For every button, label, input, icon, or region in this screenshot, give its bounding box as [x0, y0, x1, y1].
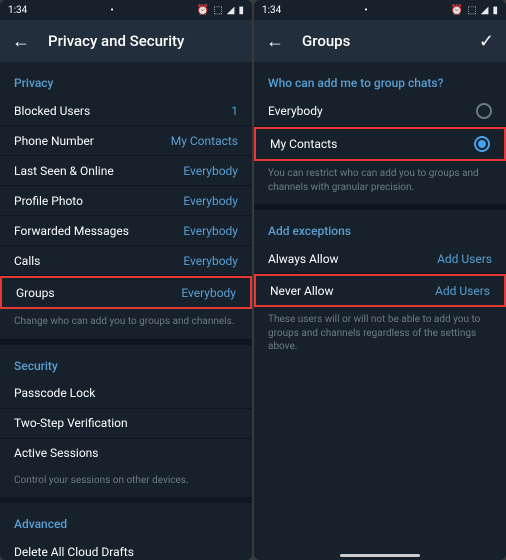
back-icon[interactable]: ←: [266, 31, 284, 52]
option-everybody[interactable]: Everybody: [254, 96, 506, 126]
option-note: You can restrict who can add you to grou…: [254, 161, 506, 204]
page-title: Groups: [302, 32, 350, 50]
back-icon[interactable]: ←: [12, 31, 30, 52]
row-profile-photo[interactable]: Profile Photo Everybody: [0, 186, 252, 215]
option-label: My Contacts: [270, 137, 337, 151]
row-blocked-users[interactable]: Blocked Users 1: [0, 96, 252, 125]
row-action: Add Users: [437, 252, 492, 266]
row-label: Active Sessions: [14, 446, 99, 460]
status-bar: 1:34 • ⏰ ⬚ ◢ ▮: [254, 0, 506, 20]
page-title: Privacy and Security: [48, 32, 184, 50]
row-label: Phone Number: [14, 134, 94, 148]
row-label: Calls: [14, 254, 40, 268]
vibrate-icon: ⬚: [213, 5, 222, 16]
row-passcode-lock[interactable]: Passcode Lock: [0, 379, 252, 408]
row-phone-number[interactable]: Phone Number My Contacts: [0, 126, 252, 155]
section-advanced-label: Advanced: [0, 503, 252, 537]
section-privacy-label: Privacy: [0, 62, 252, 96]
signal-icon: ◢: [481, 5, 489, 16]
screen-privacy-security: 1:34 • ⏰ ⬚ ◢ ▮ ← Privacy and Security Pr…: [0, 0, 252, 560]
header: ← Privacy and Security: [0, 20, 252, 62]
row-two-step[interactable]: Two-Step Verification: [0, 409, 252, 438]
row-forwarded-messages[interactable]: Forwarded Messages Everybody: [0, 216, 252, 245]
security-note: Control your sessions on other devices.: [0, 468, 252, 498]
row-never-allow[interactable]: Never Allow Add Users: [256, 276, 504, 305]
confirm-icon[interactable]: ✓: [479, 31, 494, 52]
status-time: 1:34: [8, 5, 27, 16]
row-label: Forwarded Messages: [14, 224, 129, 238]
section-security-label: Security: [0, 345, 252, 379]
row-value: Everybody: [183, 164, 238, 178]
row-calls[interactable]: Calls Everybody: [0, 246, 252, 275]
status-dot: •: [110, 5, 113, 16]
row-label: Passcode Lock: [14, 386, 95, 400]
screen-groups: 1:34 • ⏰ ⬚ ◢ ▮ ← Groups ✓ Who can add me…: [254, 0, 506, 560]
option-my-contacts[interactable]: My Contacts: [256, 129, 504, 159]
highlight-my-contacts: My Contacts: [254, 127, 506, 161]
row-always-allow[interactable]: Always Allow Add Users: [254, 244, 506, 273]
status-time: 1:34: [262, 5, 281, 16]
row-value: Everybody: [183, 224, 238, 238]
row-label: Blocked Users: [14, 104, 90, 118]
radio-icon: [476, 103, 492, 119]
row-value: 1: [231, 104, 238, 118]
row-label: Delete All Cloud Drafts: [14, 545, 134, 559]
nav-bar: [254, 554, 506, 557]
row-label: Always Allow: [268, 252, 339, 266]
row-delete-drafts[interactable]: Delete All Cloud Drafts: [0, 537, 252, 560]
row-action: Add Users: [435, 284, 490, 298]
highlight-groups: Groups Everybody: [0, 276, 252, 309]
exceptions-note: These users will or will not be able to …: [254, 307, 506, 364]
nav-pill[interactable]: [340, 554, 420, 557]
row-groups[interactable]: Groups Everybody: [2, 278, 250, 307]
vibrate-icon: ⬚: [467, 5, 476, 16]
row-value: Everybody: [183, 254, 238, 268]
row-value: Everybody: [183, 194, 238, 208]
row-last-seen[interactable]: Last Seen & Online Everybody: [0, 156, 252, 185]
highlight-never-allow: Never Allow Add Users: [254, 274, 506, 307]
status-icons: ⏰ ⬚ ◢ ▮: [451, 5, 498, 16]
battery-icon: ▮: [238, 5, 244, 16]
row-value: My Contacts: [171, 134, 238, 148]
radio-icon: [474, 136, 490, 152]
status-bar: 1:34 • ⏰ ⬚ ◢ ▮: [0, 0, 252, 20]
exceptions-label: Add exceptions: [254, 210, 506, 244]
row-active-sessions[interactable]: Active Sessions: [0, 439, 252, 468]
status-dot: •: [364, 5, 367, 16]
privacy-note: Change who can add you to groups and cha…: [0, 309, 252, 339]
row-label: Last Seen & Online: [14, 164, 114, 178]
status-icons: ⏰ ⬚ ◢ ▮: [197, 5, 244, 16]
row-label: Two-Step Verification: [14, 416, 128, 430]
row-label: Profile Photo: [14, 194, 83, 208]
question-label: Who can add me to group chats?: [254, 62, 506, 96]
row-label: Groups: [16, 286, 55, 300]
option-label: Everybody: [268, 104, 323, 118]
alarm-icon: ⏰: [451, 5, 463, 16]
signal-icon: ◢: [227, 5, 235, 16]
alarm-icon: ⏰: [197, 5, 209, 16]
row-value: Everybody: [181, 286, 236, 300]
battery-icon: ▮: [492, 5, 498, 16]
row-label: Never Allow: [270, 284, 334, 298]
header: ← Groups ✓: [254, 20, 506, 62]
